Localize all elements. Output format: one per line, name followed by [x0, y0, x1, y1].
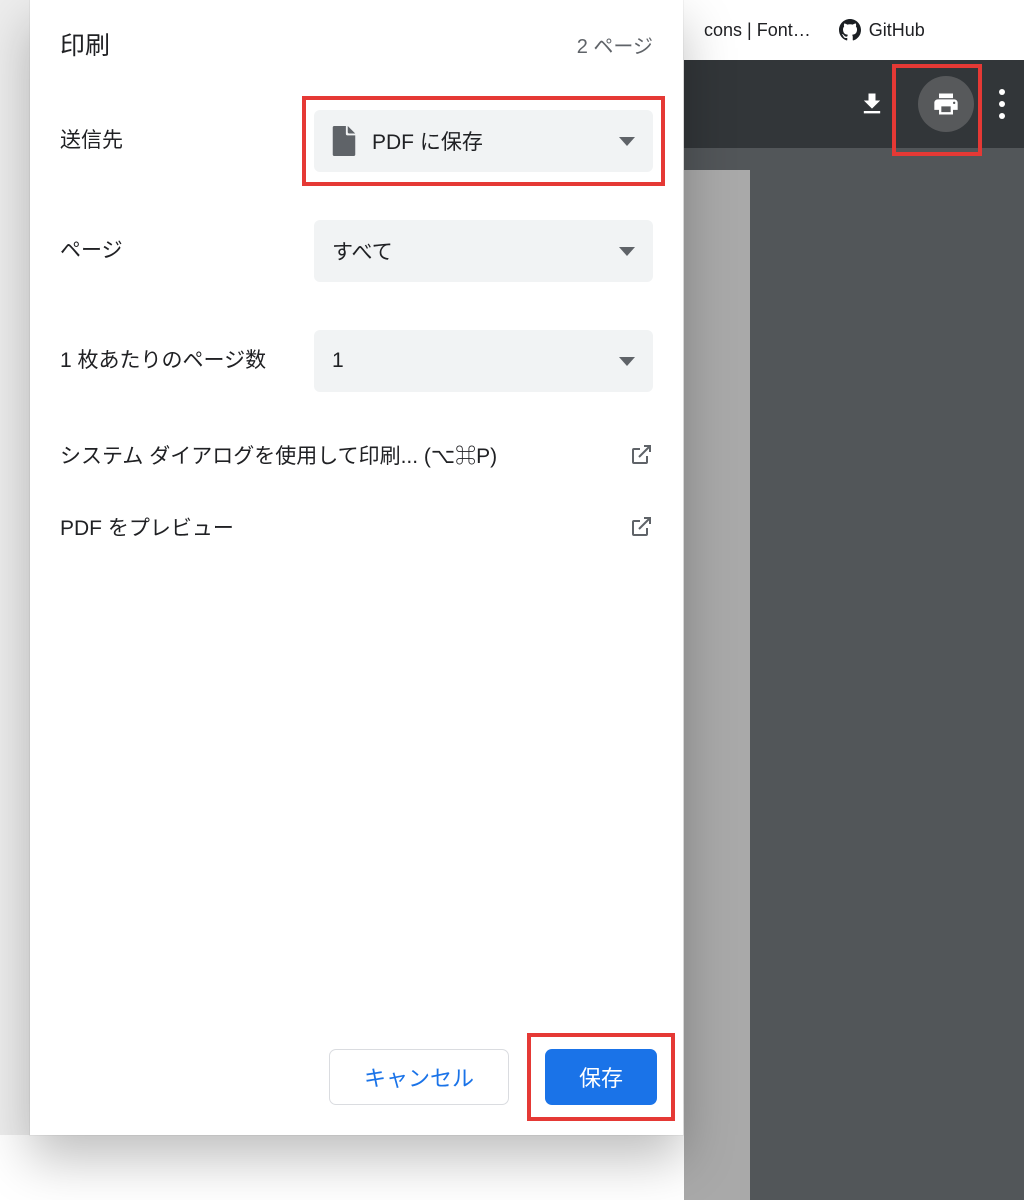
system-dialog-label: システム ダイアログを使用して印刷... (⌥⌘P) [60, 440, 497, 470]
save-button[interactable]: 保存 [545, 1049, 657, 1105]
pdf-preview-label: PDF をプレビュー [60, 512, 234, 542]
annotation-highlight-destination: PDF に保存 [302, 96, 665, 186]
page-count: 2 ページ [577, 30, 653, 59]
pdf-preview-link[interactable]: PDF をプレビュー [60, 512, 653, 542]
tab-item-github[interactable]: GitHub [829, 19, 935, 41]
more-icon [999, 89, 1005, 95]
chevron-down-icon [619, 357, 635, 366]
cancel-label: キャンセル [364, 1061, 474, 1093]
pdf-preview-page [684, 170, 750, 1200]
dialog-backdrop [0, 0, 30, 1135]
chevron-down-icon [619, 137, 635, 146]
external-link-icon [629, 515, 653, 539]
external-link-icon [629, 443, 653, 467]
annotation-highlight-save: 保存 [527, 1033, 675, 1121]
download-icon [858, 90, 886, 118]
print-dialog: 印刷 2 ページ 送信先 PDF に保存 ページ [30, 0, 683, 1135]
tab-label: cons | Font… [704, 20, 811, 41]
pages-label: ページ [60, 235, 314, 267]
destination-value: PDF に保存 [372, 126, 483, 156]
pages-per-sheet-select[interactable]: 1 [314, 330, 653, 392]
pages-value: すべて [332, 236, 393, 266]
pages-per-sheet-value: 1 [332, 349, 344, 373]
pages-select[interactable]: すべて [314, 220, 653, 282]
github-icon [839, 19, 861, 41]
tab-label: GitHub [869, 20, 925, 41]
pdf-viewer-background [768, 148, 1024, 1200]
tab-item-fontawesome[interactable]: cons | Font… [694, 20, 821, 41]
browser-tab-bar: cons | Font… GitHub [684, 0, 1024, 60]
pages-per-sheet-label: 1 枚あたりのページ数 [60, 345, 314, 377]
more-menu-button[interactable] [992, 86, 1012, 122]
system-dialog-link[interactable]: システム ダイアログを使用して印刷... (⌥⌘P) [60, 440, 653, 470]
file-icon [332, 126, 356, 156]
destination-select[interactable]: PDF に保存 [314, 110, 653, 172]
annotation-highlight-print [892, 64, 982, 156]
cancel-button[interactable]: キャンセル [329, 1049, 509, 1105]
dialog-title: 印刷 [60, 26, 110, 62]
chevron-down-icon [619, 247, 635, 256]
destination-label: 送信先 [60, 125, 314, 157]
save-label: 保存 [579, 1061, 623, 1093]
